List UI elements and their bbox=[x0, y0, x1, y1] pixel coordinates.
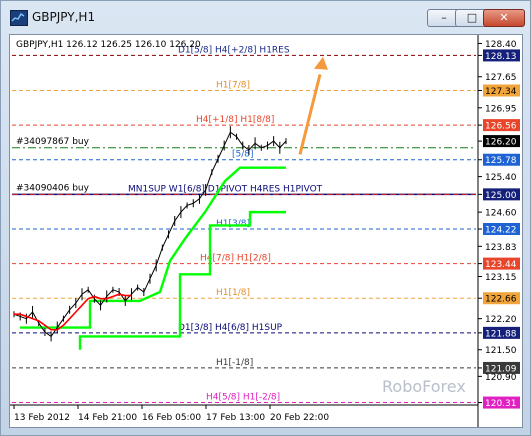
price-tick-label: 124.22 bbox=[485, 225, 517, 235]
symbol-info: GBPJPY,H1 126.12 126.25 126.10 126.20 bbox=[16, 40, 201, 50]
order-label: #34097867 buy bbox=[16, 137, 90, 147]
level-label: H1[7/8] bbox=[216, 80, 250, 90]
price-tick-label: 123.15 bbox=[485, 273, 517, 283]
level-label: H1[1/8] bbox=[216, 288, 250, 298]
time-tick-label: 16 Feb 05:00 bbox=[142, 413, 201, 423]
chart-window: GBPJPY,H1 – □ ✕ D1[5/8] H4[+2/8] H1RES H1… bbox=[0, 0, 531, 436]
price-tick-label: 123.83 bbox=[485, 243, 517, 253]
level-label: D1[3/8] H4[6/8] H1SUP bbox=[178, 323, 283, 333]
price-tick-label: 120.31 bbox=[485, 399, 517, 409]
price-axis: 128.40 128.13 127.65 127.34 126.95 126.56 126.… bbox=[478, 40, 520, 409]
close-button[interactable]: ✕ bbox=[483, 9, 525, 27]
price-tick-label: 121.50 bbox=[485, 346, 517, 356]
price-tick-label: 125.40 bbox=[485, 173, 517, 183]
price-chart[interactable]: D1[5/8] H4[+2/8] H1RESH1[7/8]H4[+1/8] H1… bbox=[10, 35, 522, 427]
price-tick-label: 125.00 bbox=[485, 191, 517, 201]
watermark: RoboForex bbox=[382, 377, 466, 396]
price-tick-label: 126.95 bbox=[485, 104, 517, 114]
price-tick-label: 121.88 bbox=[485, 329, 517, 339]
price-tick-label: 127.65 bbox=[485, 73, 517, 83]
level-label: H1[3/8] bbox=[216, 219, 250, 229]
level-label: H1[-1/8] bbox=[216, 358, 253, 368]
window-title: GBPJPY,H1 bbox=[32, 10, 96, 24]
order-label: #34090406 buy bbox=[16, 183, 90, 193]
price-tick-label: 128.40 bbox=[485, 40, 517, 50]
level-label: [5/8] bbox=[232, 150, 254, 160]
chart-area[interactable]: D1[5/8] H4[+2/8] H1RES H1[7/8] H4[+1/8] H1… bbox=[9, 34, 523, 428]
time-tick-label: 14 Feb 21:00 bbox=[78, 413, 137, 423]
price-tick-label: 124.60 bbox=[485, 209, 517, 219]
price-tick-label: 122.20 bbox=[485, 315, 517, 325]
price-tick-label: 126.56 bbox=[485, 122, 517, 132]
level-label: H4[5/8] H1[-2/8] bbox=[206, 393, 280, 403]
time-tick-label: 17 Feb 13:00 bbox=[206, 413, 265, 423]
price-tick-label: 120.90 bbox=[485, 373, 517, 383]
price-tick-label: 126.20 bbox=[485, 138, 517, 148]
price-tick-label: 127.34 bbox=[485, 87, 517, 97]
price-tick-label: 122.66 bbox=[485, 295, 517, 305]
price-tick-label: 123.44 bbox=[485, 260, 517, 270]
price-tick-label: 128.13 bbox=[485, 52, 517, 62]
time-tick-label: 13 Feb 2012 bbox=[14, 413, 70, 423]
title-bar[interactable]: GBPJPY,H1 – □ ✕ bbox=[1, 1, 530, 35]
level-label: H4[+1/8] H1[8/8] bbox=[196, 115, 274, 125]
time-tick-label: 20 Feb 22:00 bbox=[270, 413, 329, 423]
level-label: MN1SUP W1[6/8] D1PIVOT H4RES H1PIVOT bbox=[128, 184, 323, 194]
chart-window-icon bbox=[10, 10, 28, 26]
price-tick-label: 125.78 bbox=[485, 156, 517, 166]
close-icon: ✕ bbox=[499, 11, 509, 24]
